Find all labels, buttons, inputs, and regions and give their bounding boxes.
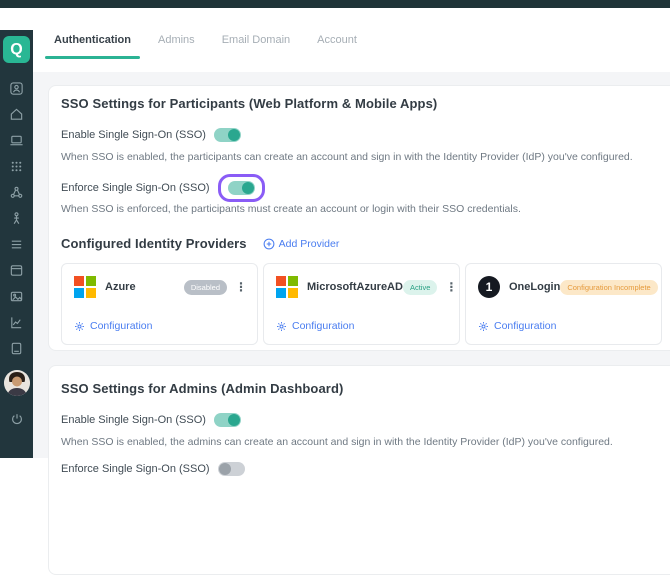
add-provider-label: Add Provider <box>279 238 340 250</box>
onelogin-logo: 1 <box>478 276 500 298</box>
analytics-chart-icon[interactable] <box>9 315 24 330</box>
status-badge: Active <box>403 280 437 295</box>
admins-section-title: SSO Settings for Admins (Admin Dashboard… <box>61 381 670 396</box>
list-icon[interactable] <box>9 237 24 252</box>
add-provider-button[interactable]: Add Provider <box>263 238 340 250</box>
enable-sso-toggle[interactable] <box>214 128 241 142</box>
enable-sso-admins-label: Enable Single Sign-On (SSO) <box>61 414 206 426</box>
gear-icon <box>276 321 287 332</box>
status-badge: Configuration Incomplete <box>560 280 657 295</box>
enable-sso-label: Enable Single Sign-On (SSO) <box>61 129 206 141</box>
configuration-link[interactable]: Configuration <box>74 320 152 332</box>
gear-icon <box>74 321 85 332</box>
status-badge: Disabled <box>184 280 227 295</box>
window-icon[interactable] <box>9 263 24 278</box>
provider-name: OneLogin <box>509 281 560 293</box>
participants-section-title: SSO Settings for Participants (Web Platf… <box>61 96 670 111</box>
settings-tab-bar: Authentication Admins Email Domain Accou… <box>33 8 670 72</box>
tab-admins[interactable]: Admins <box>158 28 195 52</box>
enable-sso-admins-toggle[interactable] <box>214 413 241 427</box>
configuration-link[interactable]: Configuration <box>276 320 354 332</box>
provider-card-azure: Azure Disabled ⋮ Configuration <box>61 263 258 345</box>
sso-admins-panel: SSO Settings for Admins (Admin Dashboard… <box>48 365 670 575</box>
toggle-knob <box>228 414 240 426</box>
kebab-menu-icon[interactable]: ⋮ <box>666 282 670 292</box>
sidebar: Q <box>0 30 33 458</box>
microsoft-logo <box>276 276 298 298</box>
laptop-icon[interactable] <box>9 133 24 148</box>
enforce-sso-admins-toggle[interactable] <box>218 462 245 476</box>
enable-sso-description: When SSO is enabled, the participants ca… <box>61 151 670 163</box>
enforce-sso-description: When SSO is enforced, the participants m… <box>61 203 670 215</box>
providers-title: Configured Identity Providers <box>61 236 247 251</box>
top-bar <box>0 0 670 8</box>
person-icon[interactable] <box>9 211 24 226</box>
enforce-sso-admins-label: Enforce Single Sign-On (SSO) <box>61 463 210 475</box>
app-logo[interactable]: Q <box>3 36 30 63</box>
microsoft-logo <box>74 276 96 298</box>
enforce-sso-label: Enforce Single Sign-On (SSO) <box>61 182 210 194</box>
user-avatar[interactable] <box>4 370 30 396</box>
apps-grid-icon[interactable] <box>9 159 24 174</box>
tab-account[interactable]: Account <box>317 28 357 52</box>
enforce-sso-toggle[interactable] <box>228 181 255 195</box>
provider-card-onelogin: 1 OneLogin Configuration Incomplete ⋮ Co… <box>465 263 662 345</box>
tab-authentication[interactable]: Authentication <box>54 28 131 52</box>
toggle-knob <box>242 182 254 194</box>
provider-name: MicrosoftAzureAD <box>307 281 403 293</box>
toggle-knob <box>219 463 231 475</box>
kebab-menu-icon[interactable]: ⋮ <box>445 282 457 292</box>
media-icon[interactable] <box>9 289 24 304</box>
provider-card-microsoftazuread: MicrosoftAzureAD Active ⋮ Configuration <box>263 263 460 345</box>
configuration-link[interactable]: Configuration <box>478 320 556 332</box>
power-icon[interactable] <box>10 412 24 426</box>
home-icon[interactable] <box>9 107 24 122</box>
gear-icon <box>478 321 489 332</box>
kebab-menu-icon[interactable]: ⋮ <box>235 282 247 292</box>
tab-email-domain[interactable]: Email Domain <box>222 28 290 52</box>
highlight-annotation <box>218 174 265 202</box>
plus-circle-icon <box>263 238 275 250</box>
report-icon[interactable] <box>9 341 24 356</box>
main-content: SSO Settings for Participants (Web Platf… <box>33 72 670 458</box>
network-hub-icon[interactable] <box>9 185 24 200</box>
toggle-knob <box>228 129 240 141</box>
sso-participants-panel: SSO Settings for Participants (Web Platf… <box>48 85 670 351</box>
user-badge-icon[interactable] <box>9 81 24 96</box>
provider-cards: Azure Disabled ⋮ Configuration Microsoft… <box>61 263 670 345</box>
enable-sso-admins-description: When SSO is enabled, the admins can crea… <box>61 436 670 448</box>
provider-name: Azure <box>105 281 136 293</box>
